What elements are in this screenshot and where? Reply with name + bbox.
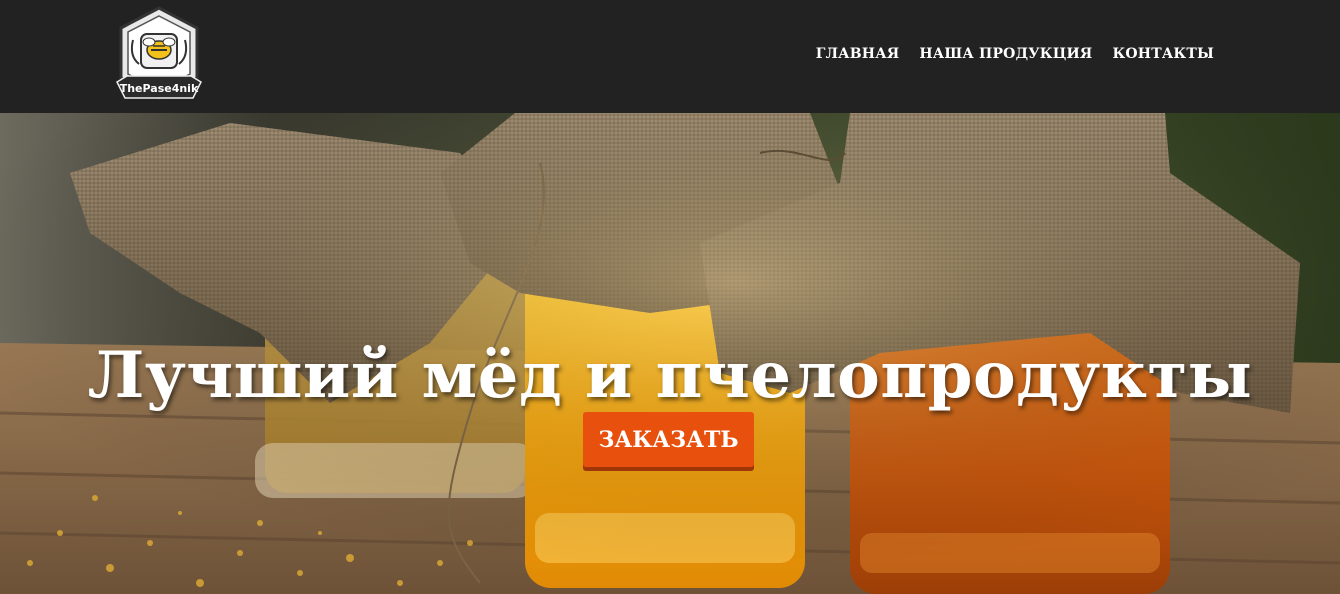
order-button[interactable]: ЗАКАЗАТЬ — [583, 412, 754, 467]
main-nav: ГЛАВНАЯ НАША ПРОДУКЦИЯ КОНТАКТЫ — [816, 46, 1214, 62]
logo-text: ThePase4nik — [120, 82, 199, 95]
nav-item-contacts[interactable]: КОНТАКТЫ — [1112, 46, 1214, 62]
hero-section: Лучший мёд и пчелопродукты ЗАКАЗАТЬ — [0, 113, 1340, 594]
nav-item-home[interactable]: ГЛАВНАЯ — [816, 46, 900, 62]
nav-item-products[interactable]: НАША ПРОДУКЦИЯ — [919, 46, 1092, 62]
top-navbar: ThePase4nik ГЛАВНАЯ НАША ПРОДУКЦИЯ КОНТА… — [0, 0, 1340, 113]
logo[interactable]: ThePase4nik — [113, 6, 205, 108]
hero-headline: Лучший мёд и пчелопродукты — [87, 337, 1253, 413]
